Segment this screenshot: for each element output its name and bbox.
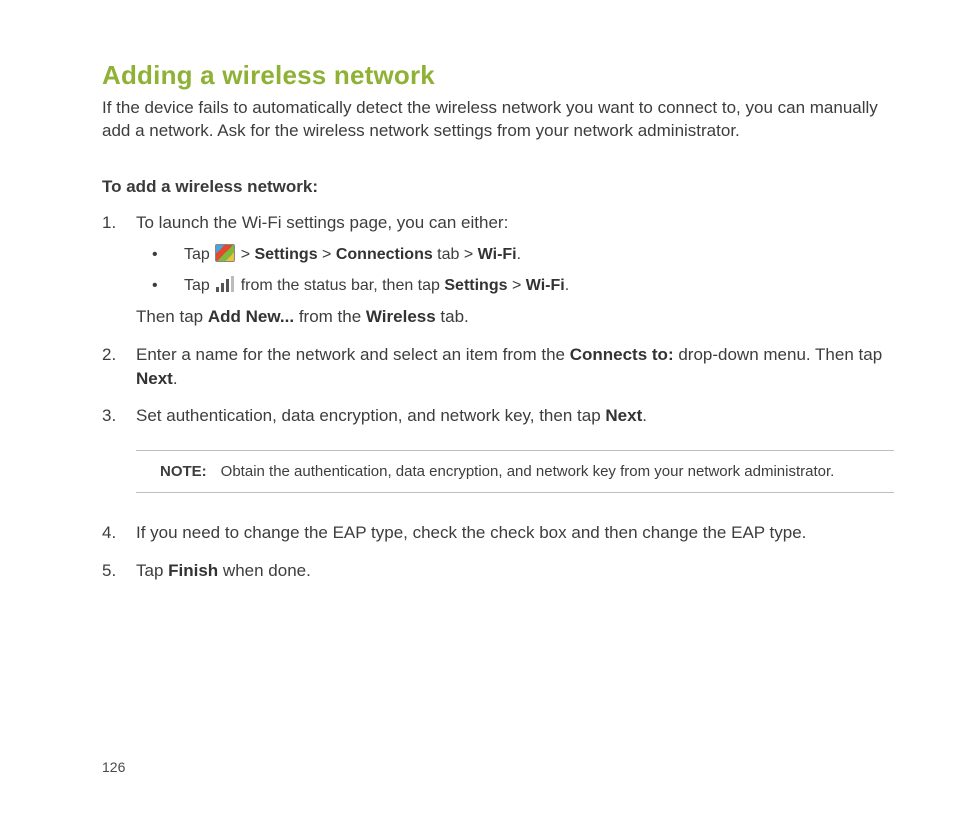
procedure-subhead: To add a wireless network: xyxy=(102,177,894,197)
label-wifi: Wi-Fi xyxy=(526,277,565,294)
label-next: Next xyxy=(136,369,173,388)
step-1-lead: To launch the Wi-Fi settings page, you c… xyxy=(136,213,508,232)
text: tab > xyxy=(433,246,478,263)
text: drop-down menu. Then tap xyxy=(674,345,883,364)
label-connects-to: Connects to: xyxy=(570,345,674,364)
text: > xyxy=(236,246,254,263)
section-heading: Adding a wireless network xyxy=(102,60,894,91)
text: . xyxy=(642,406,647,425)
note-label: NOTE: xyxy=(160,463,207,480)
text: Tap xyxy=(136,561,168,580)
label-wireless: Wireless xyxy=(366,307,436,326)
page-number: 126 xyxy=(102,759,125,775)
step-4: If you need to change the EAP type, chec… xyxy=(102,521,894,545)
step-1-bullet-a: Tap > Settings > Connections tab > Wi-Fi… xyxy=(136,243,894,266)
ordered-steps: To launch the Wi-Fi settings page, you c… xyxy=(102,211,894,583)
signal-icon xyxy=(216,276,234,292)
step-1: To launch the Wi-Fi settings page, you c… xyxy=(102,211,894,329)
label-add-new: Add New... xyxy=(208,307,294,326)
label-connections: Connections xyxy=(336,246,433,263)
text: . xyxy=(173,369,178,388)
text: when done. xyxy=(218,561,311,580)
step-1-sublist: Tap > Settings > Connections tab > Wi-Fi… xyxy=(136,243,894,297)
step-1-bullet-b: Tap from the status bar, then tap Settin… xyxy=(136,274,894,297)
intro-paragraph: If the device fails to automatically det… xyxy=(102,97,894,143)
label-finish: Finish xyxy=(168,561,218,580)
text: Enter a name for the network and select … xyxy=(136,345,570,364)
text: Tap xyxy=(184,246,214,263)
text: If you need to change the EAP type, chec… xyxy=(136,523,806,542)
text: . xyxy=(517,246,521,263)
document-page: Adding a wireless network If the device … xyxy=(0,0,954,823)
text: from the status bar, then tap xyxy=(236,277,444,294)
note-callout: NOTE: Obtain the authentication, data enc… xyxy=(136,450,894,493)
text: . xyxy=(565,277,569,294)
step-3: Set authentication, data encryption, and… xyxy=(102,404,894,493)
text: > xyxy=(318,246,336,263)
start-icon xyxy=(215,244,235,262)
text: from the xyxy=(294,307,366,326)
step-2: Enter a name for the network and select … xyxy=(102,343,894,391)
text: > xyxy=(508,277,526,294)
label-wifi: Wi-Fi xyxy=(478,246,517,263)
step-5: Tap Finish when done. xyxy=(102,559,894,583)
label-settings: Settings xyxy=(254,246,317,263)
text: tab. xyxy=(436,307,469,326)
note-text: Obtain the authentication, data encrypti… xyxy=(221,463,835,480)
label-next: Next xyxy=(605,406,642,425)
text: Tap xyxy=(184,277,214,294)
label-settings: Settings xyxy=(444,277,507,294)
step-1-then: Then tap Add New... from the Wireless ta… xyxy=(136,305,894,329)
text: Then tap xyxy=(136,307,208,326)
text: Set authentication, data encryption, and… xyxy=(136,406,605,425)
